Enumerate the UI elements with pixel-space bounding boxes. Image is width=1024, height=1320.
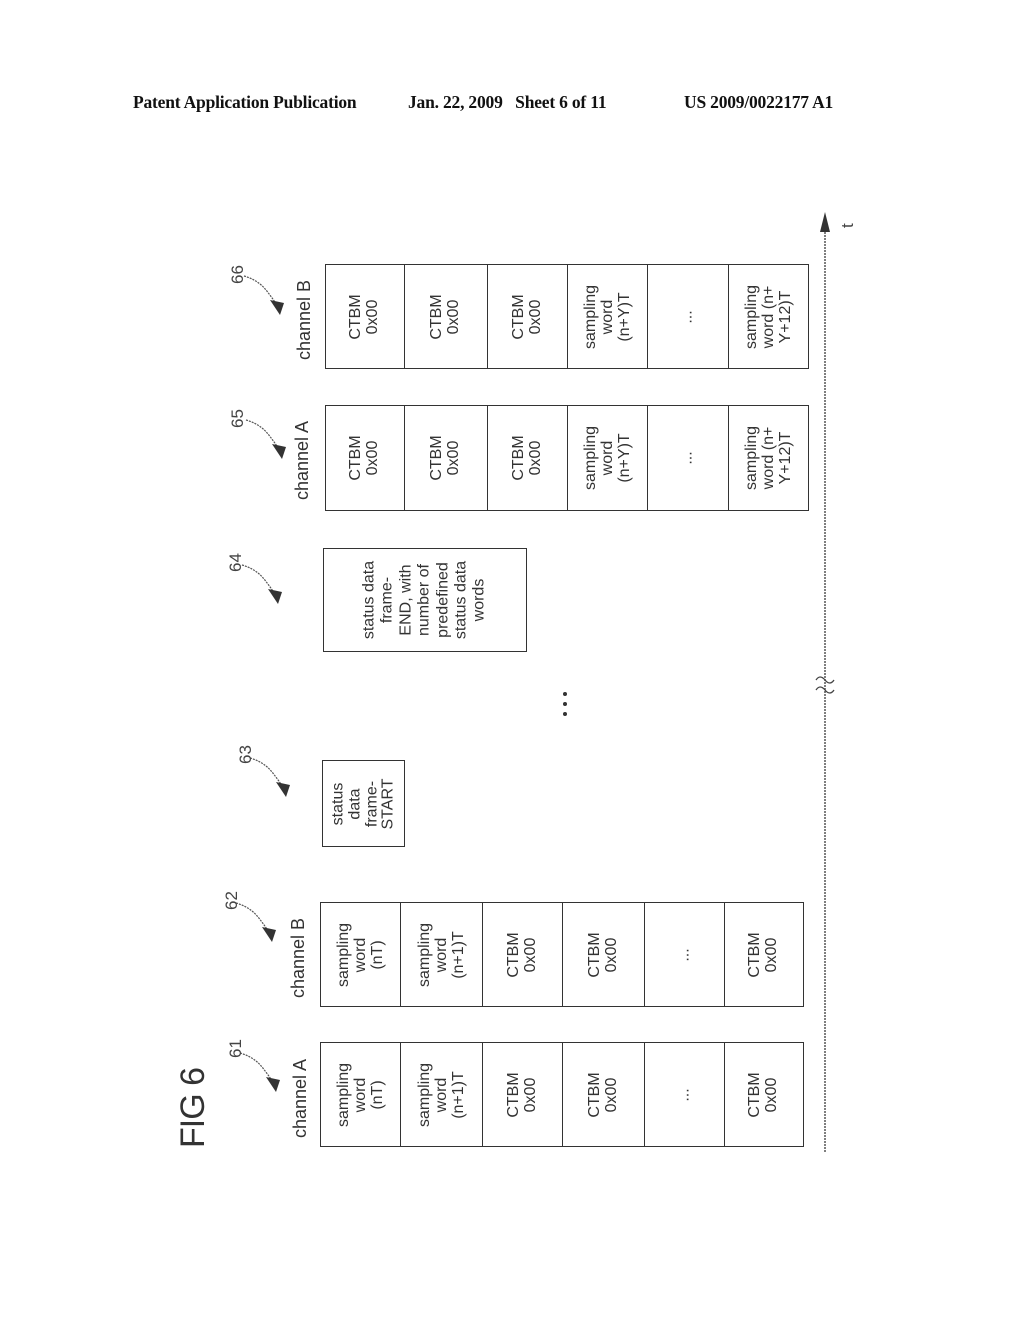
cell-text: ...: [675, 1087, 693, 1102]
cell-text: CTBM 0x00: [347, 293, 381, 340]
cell-text: ...: [678, 309, 696, 324]
cell-66-1: CTBM 0x00: [325, 264, 405, 369]
cell-text: sampling word (n+Y)T: [581, 284, 632, 349]
cell-65-1: CTBM 0x00: [325, 405, 405, 511]
cell-text: status data frame- START: [328, 778, 397, 829]
publication-type: Patent Application Publication: [133, 92, 357, 112]
cell-66-2: CTBM 0x00: [404, 264, 488, 369]
ref-65: 65: [228, 409, 247, 428]
cell-66-3: CTBM 0x00: [487, 264, 568, 369]
cell-text: sampling word (n+ Y+12)T: [742, 284, 793, 349]
ref-64: 64: [226, 553, 245, 572]
cell-text: sampling word (nT): [334, 922, 385, 987]
cell-61-4: CTBM 0x00: [562, 1042, 645, 1147]
cell-text: CTBM 0x00: [347, 435, 381, 481]
leader-65: [245, 419, 283, 455]
ref-63: 63: [236, 745, 255, 764]
cell-65-3: CTBM 0x00: [487, 405, 568, 511]
cell-text: CTBM 0x00: [428, 293, 462, 340]
cell-66-4: sampling word (n+Y)T: [567, 264, 648, 369]
time-axis-label: t: [838, 223, 857, 228]
cell-62-6: CTBM 0x00: [724, 902, 804, 1007]
leader-64: [241, 564, 279, 600]
ref-61: 61: [226, 1039, 245, 1058]
cell-66-6: sampling word (n+ Y+12)T: [728, 264, 809, 369]
publication-number: US 2009/0022177 A1: [684, 92, 834, 112]
status-frame-start-63: status data frame- START: [322, 760, 405, 847]
leader-63-arrowhead: [276, 782, 290, 797]
cell-62-2: sampling word (n+1)T: [400, 902, 483, 1007]
cell-66-5: ...: [647, 264, 729, 369]
leader-66: [243, 275, 281, 311]
cell-text: sampling word (n+1)T: [415, 1062, 466, 1127]
axis-break-mark: [815, 676, 835, 694]
cell-text: ...: [678, 451, 696, 465]
date-and-sheet: Jan. 22, 2009 Sheet 6 of 11: [408, 92, 607, 112]
status-frame-end-64: status data frame- END, with number of p…: [323, 548, 527, 652]
cell-61-2: sampling word (n+1)T: [400, 1042, 483, 1147]
figure-title: FIG 6: [174, 1067, 212, 1148]
cell-text: CTBM 0x00: [504, 931, 539, 978]
cell-text: sampling word (nT): [334, 1062, 385, 1127]
leader-64-arrowhead: [268, 589, 282, 604]
cell-62-4: CTBM 0x00: [562, 902, 645, 1007]
ref-66: 66: [228, 265, 247, 284]
cell-65-5: ...: [647, 405, 729, 511]
cell-text: CTBM 0x00: [428, 435, 462, 481]
leader-62-arrowhead: [262, 927, 276, 942]
cell-text: CTBM 0x00: [585, 931, 620, 978]
cell-text: CTBM 0x00: [746, 1071, 780, 1118]
cell-text: CTBM 0x00: [509, 293, 544, 340]
time-axis-arrowhead: [820, 212, 830, 232]
leader-66-arrowhead: [270, 300, 284, 315]
ref-62: 62: [222, 891, 241, 910]
cell-62-1: sampling word (nT): [320, 902, 401, 1007]
label-channel-b-66: channel B: [294, 279, 314, 360]
cell-text: sampling word (n+1)T: [415, 922, 466, 987]
cell-text: sampling word (n+ Y+12)T: [742, 425, 793, 491]
label-channel-b-62: channel B: [288, 917, 308, 998]
label-channel-a-61: channel A: [290, 1058, 310, 1138]
cell-65-4: sampling word (n+Y)T: [567, 405, 648, 511]
label-channel-a-65: channel A: [292, 420, 312, 500]
leader-65-arrowhead: [272, 444, 286, 459]
cell-65-6: sampling word (n+ Y+12)T: [728, 405, 809, 511]
cell-text: CTBM 0x00: [746, 931, 780, 978]
cell-text: ...: [675, 947, 693, 962]
cell-text: sampling word (n+Y)T: [581, 425, 632, 491]
middle-ellipsis: [560, 692, 570, 722]
cell-text: status data frame- END, with number of p…: [360, 560, 488, 640]
cell-65-2: CTBM 0x00: [404, 405, 488, 511]
cell-62-5: ...: [644, 902, 725, 1007]
cell-text: CTBM 0x00: [504, 1071, 539, 1118]
cell-61-5: ...: [644, 1042, 725, 1147]
leader-61-arrowhead: [266, 1077, 280, 1092]
cell-text: CTBM 0x00: [585, 1071, 620, 1118]
cell-61-3: CTBM 0x00: [482, 1042, 563, 1147]
cell-62-3: CTBM 0x00: [482, 902, 563, 1007]
cell-text: CTBM 0x00: [509, 435, 544, 481]
cell-61-1: sampling word (nT): [320, 1042, 401, 1147]
cell-61-6: CTBM 0x00: [724, 1042, 804, 1147]
leader-61: [239, 1052, 277, 1088]
